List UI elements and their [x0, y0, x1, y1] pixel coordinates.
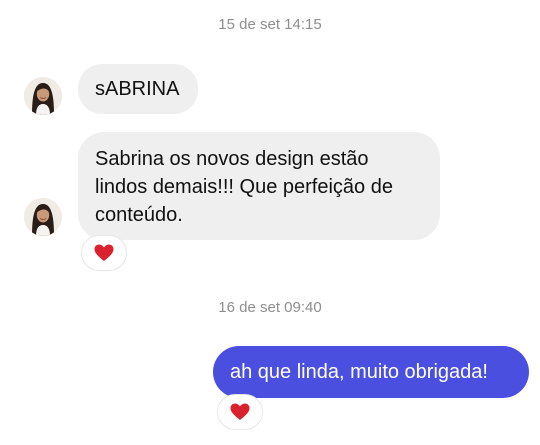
avatar-photo: [24, 198, 62, 236]
incoming-message-bubble[interactable]: Sabrina os novos design estão lindos dem…: [78, 132, 440, 240]
message-reaction[interactable]: [82, 236, 126, 270]
message-text: ah que linda, muito obrigada!: [230, 361, 488, 383]
heart-icon: [230, 403, 250, 420]
message-text: Sabrina os novos design estão lindos dem…: [95, 148, 393, 226]
contact-avatar[interactable]: [24, 198, 62, 236]
message-reaction[interactable]: [218, 395, 262, 429]
heart-icon: [94, 244, 114, 261]
date-separator: 16 de set 09:40: [218, 299, 322, 316]
incoming-message-bubble[interactable]: sABRINA: [78, 64, 198, 114]
message-text: sABRINA: [95, 78, 180, 100]
outgoing-message-bubble[interactable]: ah que linda, muito obrigada!: [213, 346, 529, 398]
date-separator: 15 de set 14:15: [218, 16, 322, 33]
contact-avatar[interactable]: [24, 77, 62, 115]
avatar-photo: [24, 77, 62, 115]
